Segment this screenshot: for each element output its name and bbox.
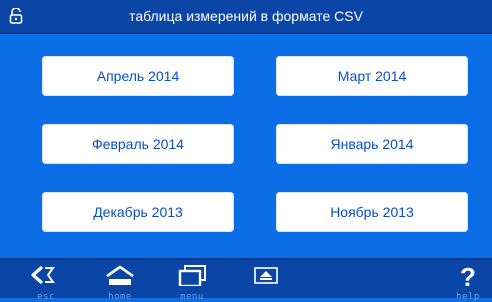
back-arrow-icon <box>31 266 55 284</box>
menu-label: menu <box>180 292 204 302</box>
month-button-january-2014[interactable]: Январь 2014 <box>276 124 468 164</box>
month-button-february-2014[interactable]: Февраль 2014 <box>42 124 234 164</box>
eject-icon <box>254 267 278 284</box>
month-button-april-2014[interactable]: Апрель 2014 <box>42 56 234 96</box>
help-button[interactable]: ? help <box>446 264 490 302</box>
help-label: help <box>456 292 480 302</box>
month-button-grid: Апрель 2014 Март 2014 Февраль 2014 Январ… <box>42 56 469 236</box>
month-button-december-2013[interactable]: Декабрь 2013 <box>42 192 234 232</box>
esc-label: esc <box>37 292 55 302</box>
home-icon <box>106 265 134 285</box>
svg-text:?: ? <box>460 264 476 290</box>
bottom-toolbar: esc home menu ? help <box>0 258 492 302</box>
menu-button[interactable]: menu <box>170 264 214 302</box>
month-button-march-2014[interactable]: Март 2014 <box>276 56 468 96</box>
month-button-november-2013[interactable]: Ноябрь 2013 <box>276 192 468 232</box>
esc-button[interactable]: esc <box>24 264 68 302</box>
home-label: home <box>108 292 132 302</box>
title-bar: таблица измерений в формате CSV <box>0 0 492 34</box>
home-button[interactable]: home <box>98 264 142 302</box>
menu-windows-icon <box>178 265 206 286</box>
help-icon: ? <box>460 264 476 290</box>
page-title: таблица измерений в формате CSV <box>129 8 363 24</box>
eject-button[interactable] <box>244 264 288 298</box>
